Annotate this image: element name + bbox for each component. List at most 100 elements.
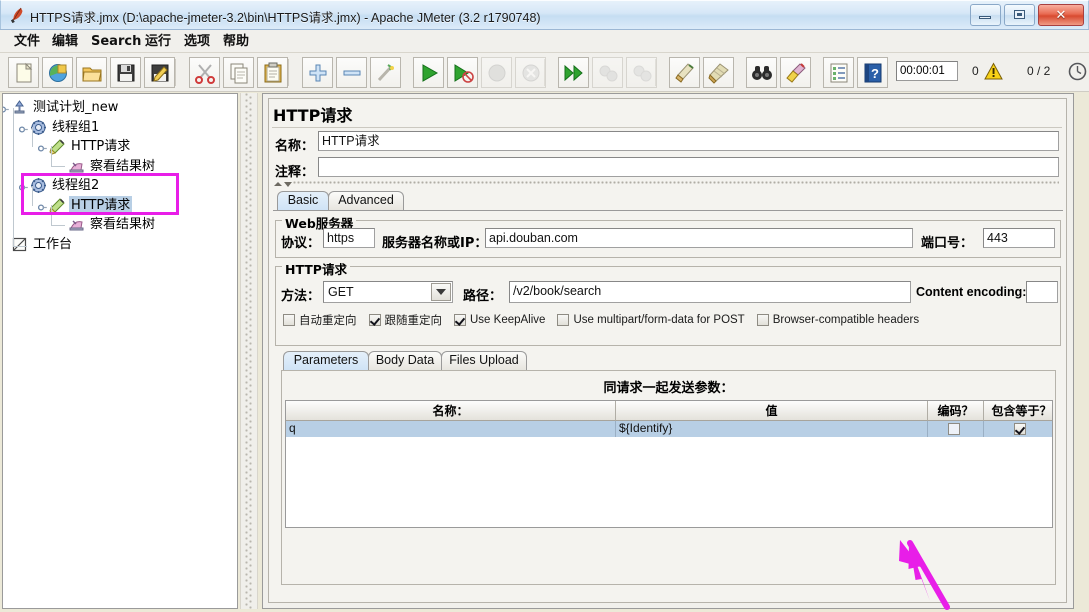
column-include-equals[interactable]: 包含等于？	[984, 401, 1052, 421]
help-book-icon: ?	[862, 62, 884, 84]
menu-search[interactable]: Search	[85, 33, 147, 50]
content-encoding-input[interactable]	[1026, 281, 1058, 303]
checkbox-use-multipart[interactable]: Use multipart/form-data for POST	[557, 314, 745, 326]
stop-button	[481, 57, 512, 88]
checkbox-box[interactable]	[756, 314, 769, 326]
binoculars-icon	[751, 62, 773, 84]
function-helper-button[interactable]	[823, 57, 854, 88]
page-title: HTTP请求	[273, 106, 353, 125]
tree-node-label: 察看结果树	[90, 217, 156, 232]
toggle-button[interactable]	[370, 57, 401, 88]
tab-advanced[interactable]: Advanced	[328, 191, 404, 210]
checkbox-box[interactable]	[283, 314, 295, 326]
tree-connector-line	[51, 205, 52, 225]
tree-expand-handle[interactable]	[3, 103, 9, 113]
search-button[interactable]	[746, 57, 777, 88]
checkbox-use-keepalive[interactable]: Use KeepAlive	[454, 314, 545, 326]
tree-expand-handle[interactable]	[37, 201, 47, 211]
tree-expand-handle[interactable]	[18, 181, 28, 191]
reset-search-button[interactable]	[780, 57, 811, 88]
test-plan-tree-panel[interactable]: 测试计划_new 线程组1 HTTP请求 察看结果树 线程组2 HTTP请求 察看结果树 工作…	[2, 93, 238, 609]
column-name[interactable]: 名称：	[286, 401, 616, 421]
open-button[interactable]	[76, 57, 107, 88]
parameters-caption: 同请求一起发送参数：	[603, 381, 734, 396]
paste-button[interactable]	[257, 57, 288, 88]
copy-button[interactable]	[223, 57, 254, 88]
checkbox-box[interactable]	[454, 314, 466, 326]
tree-expand-handle[interactable]	[18, 123, 28, 133]
tree-node-thread-group-2[interactable]: 线程组2	[30, 176, 101, 195]
menu-file[interactable]: 文件	[8, 33, 46, 50]
window-title-bar: HTTPS请求.jmx (D:\apache-jmeter-3.2\bin\HT…	[0, 0, 1089, 30]
checkbox-box[interactable]	[557, 314, 570, 326]
save-button[interactable]	[110, 57, 141, 88]
warning-count: 0	[972, 64, 979, 78]
server-name-input[interactable]: api.douban.com	[485, 228, 913, 248]
tab-basic[interactable]: Basic	[277, 191, 329, 210]
tab-body-data[interactable]: Body Data	[368, 351, 442, 370]
clear-all-button[interactable]	[703, 57, 734, 88]
close-button[interactable]: ✕	[1038, 4, 1084, 26]
tree-node-label: HTTP请求	[71, 139, 131, 154]
shutdown-circle-icon	[520, 62, 542, 84]
cell-checkbox[interactable]	[947, 423, 960, 435]
help-button[interactable]: ?	[857, 57, 888, 88]
name-input[interactable]: HTTP请求	[318, 131, 1059, 151]
tree-expand-handle[interactable]	[37, 142, 47, 152]
comment-input[interactable]	[318, 157, 1059, 177]
new-button[interactable]	[8, 57, 39, 88]
path-label: 路径：	[463, 289, 503, 304]
start-button[interactable]	[413, 57, 444, 88]
param-value-cell[interactable]: ${Identify}	[616, 421, 928, 437]
start-no-pause-button[interactable]	[447, 57, 478, 88]
checkbox-browser-compatible[interactable]: Browser-compatible headers	[756, 314, 919, 326]
cut-button[interactable]	[189, 57, 220, 88]
menu-edit[interactable]: 编辑	[46, 33, 84, 50]
protocol-label: 协议：	[281, 236, 321, 251]
expand-all-button[interactable]	[302, 57, 333, 88]
window-controls: ✕	[970, 4, 1084, 26]
parameters-table[interactable]: 名称：值编码？ 包含等于？ q ${Identify}	[285, 400, 1053, 528]
param-name-cell[interactable]: q	[286, 421, 616, 437]
path-input[interactable]: /v2/book/search	[509, 281, 911, 303]
tab-parameters[interactable]: Parameters	[283, 351, 369, 370]
column-encode[interactable]: 编码？	[928, 401, 984, 421]
tree-connector-line	[13, 246, 27, 247]
clear-button[interactable]	[669, 57, 700, 88]
chevron-down-icon[interactable]	[431, 283, 451, 301]
tree-node-test-plan[interactable]: 测试计划_new	[11, 98, 120, 117]
save-as-button[interactable]	[144, 57, 175, 88]
tree-node-http-request-2[interactable]: HTTP请求	[49, 195, 133, 215]
templates-button[interactable]	[42, 57, 73, 88]
menu-run[interactable]: 运行	[139, 33, 177, 50]
maximize-button[interactable]	[1004, 4, 1035, 26]
table-row[interactable]: q ${Identify}	[286, 421, 1052, 437]
remote-start-all-button[interactable]	[558, 57, 589, 88]
split-divider[interactable]	[240, 93, 258, 609]
tree-node-workbench[interactable]: 工作台	[11, 235, 74, 254]
cell-checkbox[interactable]	[1013, 423, 1026, 435]
warning-triangle-icon[interactable]	[984, 62, 1003, 84]
tab-files-upload[interactable]: Files Upload	[441, 351, 527, 370]
port-input[interactable]: 443	[983, 228, 1055, 248]
param-include-equals-checkbox-cell[interactable]	[984, 421, 1052, 437]
checkbox-follow-redirects[interactable]: 跟随重定向	[368, 312, 442, 328]
http-request-options: 自动重定向 跟随重定向 Use KeepAlive Use multipart/for…	[283, 312, 931, 328]
minimize-button[interactable]	[970, 4, 1001, 26]
column-value[interactable]: 值	[616, 401, 928, 421]
param-encode-checkbox-cell[interactable]	[928, 421, 984, 437]
tree-node-thread-group-1[interactable]: 线程组1	[30, 118, 101, 137]
tree-node-view-results-1[interactable]: 察看结果树	[68, 157, 157, 176]
collapse-arrows-icon[interactable]	[272, 178, 294, 187]
tree-node-http-request-1[interactable]: HTTP请求	[49, 137, 132, 156]
protocol-input[interactable]: https	[323, 228, 375, 248]
tree-node-view-results-2[interactable]: 察看结果树	[68, 215, 157, 234]
open-folder-icon	[81, 62, 103, 84]
collapse-all-button[interactable]	[336, 57, 367, 88]
checkbox-box[interactable]	[368, 314, 381, 326]
menu-options[interactable]: 选项	[178, 33, 216, 50]
test-plan-tree[interactable]: 测试计划_new 线程组1 HTTP请求 察看结果树 线程组2 HTTP请求 察看结果树 工作…	[3, 94, 237, 252]
menu-help[interactable]: 帮助	[217, 33, 255, 50]
method-select[interactable]: GET	[323, 281, 453, 303]
checkbox-auto-redirect[interactable]: 自动重定向	[283, 312, 357, 328]
